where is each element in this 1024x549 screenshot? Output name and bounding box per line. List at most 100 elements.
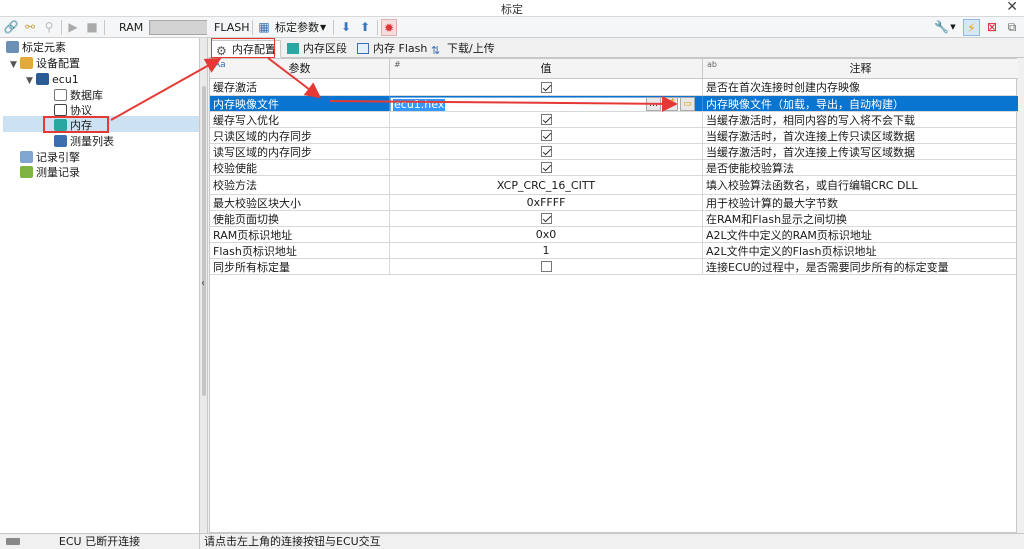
tab-memory-segments[interactable]: 内存区段 (283, 40, 351, 58)
header-comment[interactable]: ab 注释 (703, 59, 1018, 79)
chevron-down-icon[interactable]: ▼ (10, 57, 20, 73)
connect-icon[interactable]: 🔗 (3, 19, 19, 36)
image-file-value: ecu1.hex (393, 97, 446, 111)
chevron-down-icon[interactable]: ▼ (26, 73, 36, 89)
restore-icon[interactable]: ⧉ (1004, 19, 1020, 36)
wrench-icon[interactable]: 🔧 (934, 19, 949, 36)
chevron-down-icon[interactable]: ▼ (320, 19, 326, 36)
param-cell: RAM页标识地址 (210, 227, 390, 242)
table-row[interactable]: 最大校验区块大小 0xFFFF 用于校验计算的最大字节数 (210, 195, 1018, 211)
value-cell[interactable] (390, 144, 703, 159)
value-cell[interactable]: 0xFFFF (390, 195, 703, 210)
param-cell: 使能页面切换 (210, 211, 390, 226)
checkbox[interactable] (540, 130, 552, 141)
table-row[interactable]: 缓存写入优化 当缓存激活时，相同内容的写入将不会下载 (210, 112, 1018, 128)
comment-cell: 是否在首次连接时创建内存映像 (706, 81, 860, 94)
window-close-icon[interactable]: ⊠ (984, 19, 1000, 36)
checkbox[interactable] (540, 261, 552, 272)
flash-label[interactable]: FLASH (214, 19, 250, 36)
comment-cell: 连接ECU的过程中，是否需要同步所有的标定变量 (706, 260, 949, 274)
link-icon[interactable]: ⚯ (22, 19, 38, 36)
bug-icon[interactable]: ✹ (381, 19, 397, 36)
param-cell: 校验方法 (210, 176, 390, 194)
status-message: 请点击左上角的连接按钮与ECU交互 (204, 535, 381, 548)
browse-icon[interactable]: … (646, 97, 661, 111)
value-cell[interactable] (390, 79, 703, 95)
table-row[interactable]: 同步所有标定量 连接ECU的过程中，是否需要同步所有的标定变量 (210, 259, 1018, 275)
header-value[interactable]: # 值 (390, 59, 703, 79)
ram-label: RAM (119, 21, 144, 34)
comment-cell: 在RAM和Flash显示之间切换 (706, 212, 848, 226)
value-cell[interactable] (390, 112, 703, 127)
checkbox[interactable] (540, 146, 552, 157)
property-grid: Aa 参数 # 值 ab 注释 缓存激活 是否在首次连接时创建内存映像 内存映像文件 ecu… (209, 58, 1018, 533)
param-cell: 内存映像文件 (210, 96, 390, 111)
comment-cell: 当缓存激活时，首次连接上传读写区域数据 (706, 145, 915, 159)
play-icon[interactable]: ▶ (65, 19, 81, 36)
param-cell: 缓存写入优化 (210, 112, 390, 127)
measure-record-icon (20, 166, 33, 178)
wrench-dropdown-icon[interactable]: ▼ (949, 19, 957, 36)
scrollbar-thumb[interactable] (202, 86, 206, 396)
arrow-up-icon[interactable]: ⬆ (357, 19, 373, 36)
calib-params-button[interactable]: 标定参数 (275, 19, 319, 36)
value-cell[interactable]: ecu1.hex … ⤴ ▭ (390, 96, 703, 111)
tree-item-record-engine[interactable]: 记录引擎 (10, 150, 80, 166)
record-engine-icon (20, 151, 33, 163)
disconnected-icon (6, 538, 20, 545)
tree-item-measure-record[interactable]: 测量记录 (20, 165, 80, 181)
tree-item-device-config[interactable]: ▼ 设备配置 (10, 56, 80, 72)
table-row[interactable]: 内存映像文件 ecu1.hex … ⤴ ▭ 内存映像文件（加载，导出，自动构建） (210, 96, 1018, 112)
protocol-icon (54, 104, 67, 116)
comment-cell: 内存映像文件（加载，导出，自动构建） (706, 97, 904, 111)
checkbox[interactable] (540, 81, 552, 93)
folder-icon[interactable]: ▭ (680, 97, 695, 111)
table-row[interactable]: RAM页标识地址 0x0 A2L文件中定义的RAM页标识地址 (210, 227, 1018, 243)
number-type-icon: # (394, 60, 401, 69)
checkbox[interactable] (540, 213, 552, 224)
value-cell[interactable]: 1 (390, 243, 703, 258)
table-row[interactable]: 读写区域的内存同步 当缓存激活时，首次连接上传读写区域数据 (210, 144, 1018, 160)
collapse-arrow-icon[interactable]: ‹ (201, 278, 205, 289)
arrow-down-icon[interactable]: ⬇ (338, 19, 354, 36)
list-icon (54, 135, 67, 147)
status-bar: ECU 已断开连接 请点击左上角的连接按钮与ECU交互 (0, 533, 1024, 549)
table-row[interactable]: Flash页标识地址 1 A2L文件中定义的Flash页标识地址 (210, 243, 1018, 259)
value-cell[interactable]: 0x0 (390, 227, 703, 242)
value-cell[interactable] (390, 160, 703, 175)
panel-splitter[interactable]: ‹ (200, 38, 208, 533)
value-cell[interactable] (390, 211, 703, 226)
table-row[interactable]: 校验方法 XCP_CRC_16_CITT 填入校验算法函数名，或自行编辑CRC DL… (210, 176, 1018, 195)
tab-memory-flash[interactable]: 内存 Flash (353, 40, 431, 58)
tab-bar: ⚙ 内存配置 内存区段 内存 Flash ⇅ 下载/上传 (209, 38, 1024, 58)
lightning-icon[interactable]: ⚡ (963, 19, 980, 36)
comment-cell: 当缓存激活时，相同内容的写入将不会下载 (706, 113, 915, 127)
disconnect-icon[interactable]: ⚲ (41, 19, 57, 36)
param-cell: 同步所有标定量 (210, 259, 390, 274)
tree-panel: 标定元素 ▼ 设备配置 ▼ ecu1 数据库 协议 内存 测量列表 记录引擎 测量记… (0, 38, 200, 533)
header-param[interactable]: Aa 参数 (210, 59, 390, 79)
table-row[interactable]: 校验使能 是否使能校验算法 (210, 160, 1018, 176)
toolbar: 🔗 ⚯ ⚲ ▶ ■ RAM FLASH ▦ 标定参数 ▼ ⬇ ⬆ ✹ 🔧 ▼ ⚡… (0, 17, 1024, 38)
table-row[interactable]: 使能页面切换 在RAM和Flash显示之间切换 (210, 211, 1018, 227)
comment-cell: 填入校验算法函数名，或自行编辑CRC DLL (706, 179, 918, 192)
checkbox[interactable] (540, 162, 552, 173)
devices-icon (20, 57, 33, 69)
table-row[interactable]: 只读区域的内存同步 当缓存激活时，首次连接上传只读区域数据 (210, 128, 1018, 144)
value-cell[interactable] (390, 128, 703, 143)
database-icon (54, 89, 67, 101)
tree-item-ecu1[interactable]: ▼ ecu1 (26, 72, 79, 88)
stop-icon[interactable]: ■ (84, 19, 100, 36)
comment-type-icon: ab (707, 60, 717, 69)
value-cell[interactable] (390, 259, 703, 274)
export-icon[interactable]: ⤴ (663, 97, 678, 111)
table-row[interactable]: 缓存激活 是否在首次连接时创建内存映像 (210, 79, 1018, 96)
tab-download-upload[interactable]: ⇅ 下载/上传 (427, 40, 499, 58)
tree-item-database[interactable]: 数据库 (54, 88, 103, 104)
tree-item-calib-elements[interactable]: 标定元素 (6, 40, 66, 56)
close-icon[interactable]: ✕ (1006, 0, 1018, 15)
checkbox[interactable] (540, 114, 552, 125)
tree-item-measure-list[interactable]: 测量列表 (54, 134, 114, 150)
value-cell[interactable]: XCP_CRC_16_CITT (390, 176, 703, 194)
grid-icon[interactable]: ▦ (256, 19, 272, 36)
